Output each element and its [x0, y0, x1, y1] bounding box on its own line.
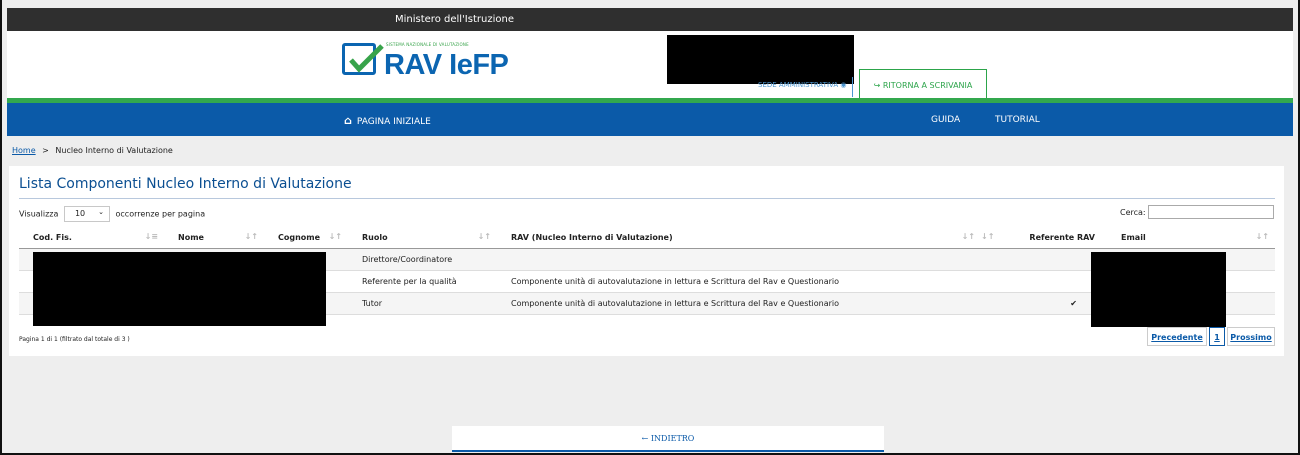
length-label-post: occorrenze per pagina [115, 209, 206, 219]
sede-amministrativa-link[interactable]: SEDE AMMINISTRATIVA ◉ [758, 81, 846, 89]
pager-prev-button[interactable]: Precedente [1147, 327, 1207, 346]
cell-ruolo: Referente per la qualità [348, 270, 497, 293]
redacted-emails-block [1091, 252, 1226, 327]
cell-rav [497, 248, 981, 271]
redacted-user-name [667, 35, 854, 84]
indietro-label: INDIETRO [650, 434, 695, 443]
nav-guida[interactable]: GUIDA [931, 115, 960, 125]
site-header: SISTEMA NAZIONALE DI VALUTAZIONE RAV IeF… [7, 31, 1293, 102]
sign-in-icon: ↪ [873, 81, 881, 90]
redacted-names-block [33, 252, 326, 326]
search-label: Cerca: [1120, 208, 1146, 217]
col-cognome[interactable]: Cognome ↓↑ [264, 226, 348, 249]
page-length-value: 10 [74, 209, 86, 218]
page-length-select[interactable]: 10 ⌄ [63, 206, 110, 222]
ministry-title: Ministero dell'Istruzione [395, 14, 514, 25]
sort-icon: ↓↑ [328, 232, 342, 241]
breadcrumb: Home > Nucleo Interno di Valutazione [12, 146, 173, 155]
sort-icon: ↓↑ [1255, 232, 1269, 241]
table-info: Pagina 1 di 1 (filtrato dal totale di 3 … [19, 336, 130, 343]
nav-tutorial[interactable]: TUTORIAL [995, 115, 1040, 125]
arrow-left-icon: ← [641, 434, 649, 443]
indietro-button[interactable]: ← INDIETRO [452, 426, 884, 452]
checkmark-logo-icon [342, 43, 384, 75]
cell-ruolo: Tutor [348, 292, 497, 315]
chevron-down-icon: ⌄ [98, 208, 104, 216]
sort-icon: ↓↑ [477, 232, 491, 241]
logo-subtitle: SISTEMA NAZIONALE DI VALUTAZIONE [386, 42, 469, 47]
cell-ruolo: Direttore/Coordinatore [348, 248, 497, 271]
content-panel: Lista Componenti Nucleo Interno di Valut… [9, 166, 1284, 356]
breadcrumb-current: Nucleo Interno di Valutazione [55, 146, 173, 155]
col-email[interactable]: Email ↓↑ [1107, 226, 1275, 249]
cell-rav: Componente unità di autovalutazione in l… [497, 292, 981, 315]
cell-referente [981, 248, 1107, 271]
logo-title: RAV IeFP [384, 49, 509, 81]
col-cod-fis[interactable]: Cod. Fis. ↓≡ [19, 226, 164, 249]
breadcrumb-separator: > [42, 146, 49, 155]
col-nome[interactable]: Nome ↓↑ [164, 226, 264, 249]
pager-page-1[interactable]: 1 [1209, 327, 1225, 346]
sort-icon: ↓↑ [961, 232, 975, 241]
breadcrumb-home-link[interactable]: Home [12, 146, 36, 155]
pager-next-button[interactable]: Prossimo [1227, 327, 1275, 346]
col-rav[interactable]: RAV (Nucleo Interno di Valutazione) ↓↑ [497, 226, 981, 249]
sort-icon: ↓↑ [244, 232, 258, 241]
checkmark-icon: ✔ [981, 292, 1107, 315]
nav-pagina-iniziale[interactable]: ⌂ PAGINA INIZIALE [344, 114, 431, 127]
search-input[interactable] [1148, 205, 1274, 219]
ritorna-scrivania-label: RITORNA A SCRIVANIA [882, 81, 973, 90]
rav-logo[interactable]: SISTEMA NAZIONALE DI VALUTAZIONE RAV IeF… [342, 40, 512, 82]
nav-home-label: PAGINA INIZIALE [356, 117, 431, 127]
home-icon: ⌂ [344, 114, 352, 127]
sede-divider [852, 77, 853, 97]
main-nav: ⌂ PAGINA INIZIALE GUIDA TUTORIAL [7, 103, 1293, 136]
page-length-control: Visualizza 10 ⌄ occorrenze per pagina [19, 206, 205, 222]
table-header-row: Cod. Fis. ↓≡ Nome ↓↑ Cognome ↓↑ Ruolo ↓↑ RAV… [19, 226, 1275, 249]
sort-icon: ↓↑ [981, 232, 995, 241]
page-title: Lista Componenti Nucleo Interno di Valut… [19, 176, 352, 192]
col-referente-rav[interactable]: ↓↑ Referente RAV [981, 226, 1107, 249]
sort-asc-icon: ↓≡ [144, 232, 158, 241]
cell-referente [981, 270, 1107, 293]
ministry-topbar: Ministero dell'Istruzione [7, 8, 1293, 31]
col-ruolo[interactable]: Ruolo ↓↑ [348, 226, 497, 249]
title-divider [19, 198, 1275, 199]
cell-rav: Componente unità di autovalutazione in l… [497, 270, 981, 293]
length-label-pre: Visualizza [19, 209, 59, 219]
